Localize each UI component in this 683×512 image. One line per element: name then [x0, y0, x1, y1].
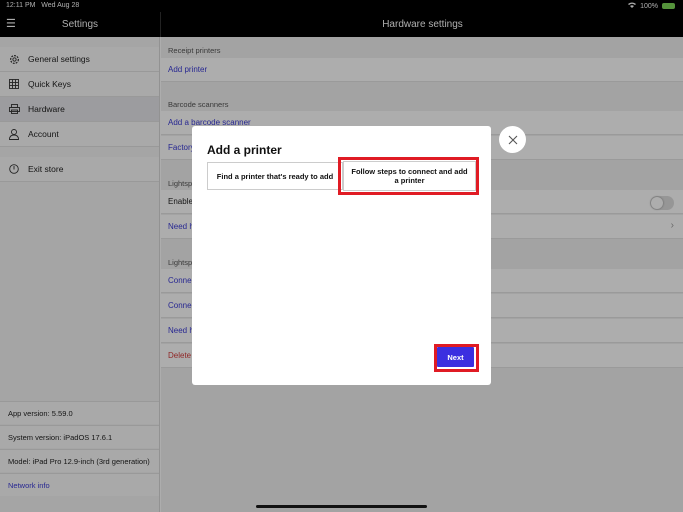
- dialog-title: Add a printer: [207, 143, 282, 157]
- home-indicator: [256, 505, 427, 508]
- highlight-option-follow-steps: [338, 157, 479, 195]
- highlight-next-button: [434, 344, 479, 372]
- close-icon[interactable]: [499, 126, 526, 153]
- option-find-printer[interactable]: Find a printer that's ready to add: [207, 162, 343, 190]
